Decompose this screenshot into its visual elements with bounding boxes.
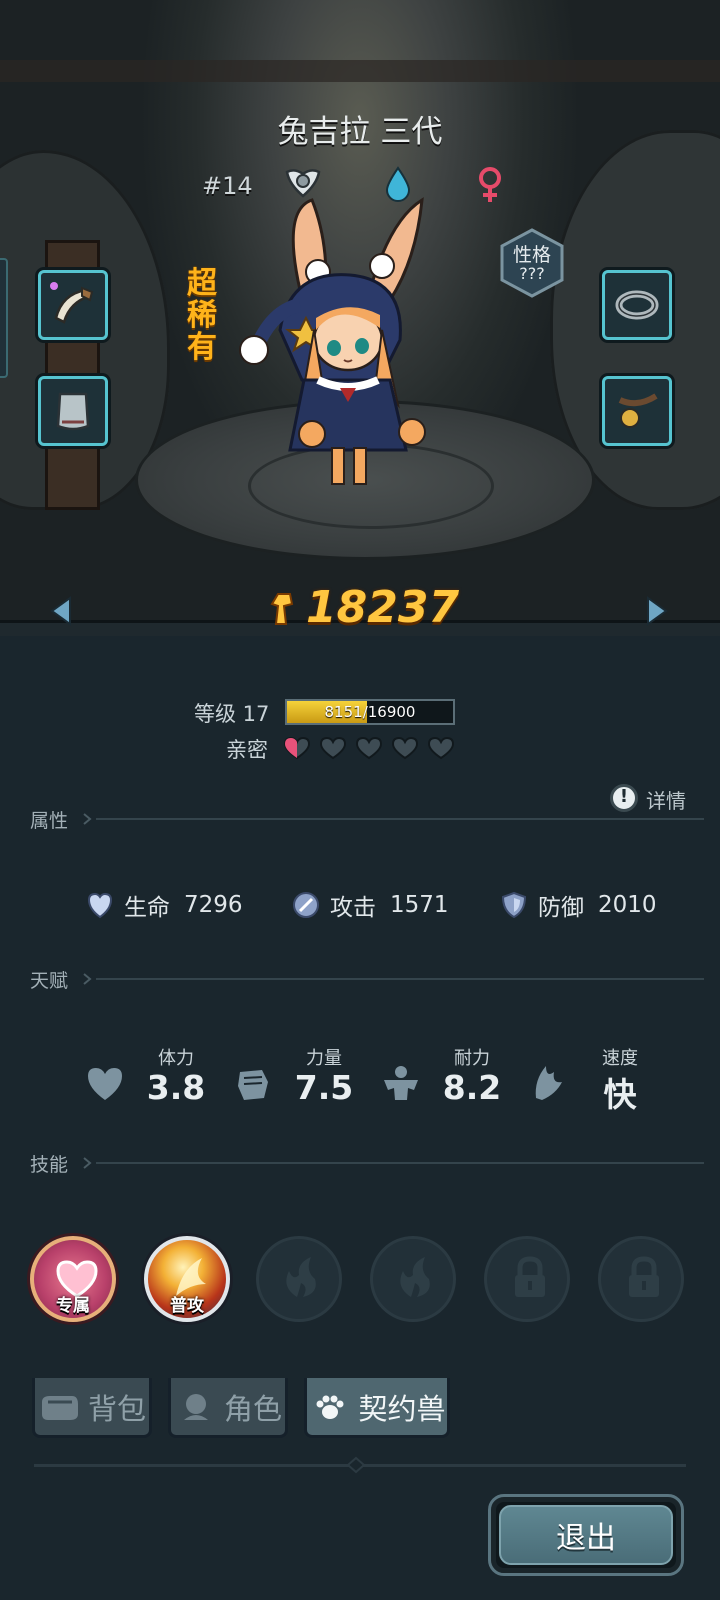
affinity-label: 亲密 xyxy=(226,738,268,762)
sword-icon xyxy=(293,892,319,918)
section-attributes: 属性 xyxy=(30,806,704,832)
talent-stamina: 体力 3.8 xyxy=(84,1044,224,1114)
attribute-label: 防御 xyxy=(538,895,584,921)
bracelet-icon xyxy=(615,290,659,320)
equip-slot-collar[interactable] xyxy=(602,376,672,446)
fist-icon xyxy=(238,1070,268,1100)
attribute-label: 攻击 xyxy=(330,895,376,921)
rarity-label: 超稀有 xyxy=(187,266,217,365)
level-progress-text: 8151/16900 xyxy=(324,703,416,721)
personality-badge[interactable]: 性格 ??? xyxy=(498,228,566,298)
talent-value: 快 xyxy=(603,1075,637,1114)
skill-label: 普攻 xyxy=(170,1296,204,1316)
wing-icon xyxy=(535,1066,562,1100)
backpack-icon xyxy=(41,1395,78,1420)
affinity-heart-icon xyxy=(283,736,311,760)
skill-slot-empty[interactable] xyxy=(256,1236,342,1322)
talent-speed: 速度 快 xyxy=(528,1044,668,1114)
exit-button-face: 退出 xyxy=(499,1505,673,1565)
tab-character[interactable]: 角色 xyxy=(168,1378,288,1438)
tooth-icon xyxy=(50,282,94,324)
tab-label: 背包 xyxy=(87,1391,146,1426)
heart-shield-icon xyxy=(87,892,113,919)
chevron-right-icon xyxy=(83,973,92,985)
attribute-value: 2010 xyxy=(598,892,657,918)
attribute-defense: 防御 2010 xyxy=(500,890,657,921)
affinity-heart-icon xyxy=(319,736,347,760)
exit-label: 退出 xyxy=(556,1521,616,1556)
bell-collar-icon xyxy=(618,393,658,428)
talent-label: 体力 xyxy=(158,1048,194,1069)
equip-slot-armor[interactable] xyxy=(38,376,108,446)
combat-power-value: 18237 xyxy=(306,582,460,633)
affinity-heart-icon xyxy=(355,736,383,760)
character-name: 兔吉拉 三代 xyxy=(277,114,443,150)
section-skills-label: 技能 xyxy=(30,1154,69,1176)
section-talent-label: 天赋 xyxy=(30,970,69,992)
previous-arrow-icon[interactable] xyxy=(50,596,72,626)
affinity-heart-icon xyxy=(427,736,455,760)
skill-slot-locked[interactable] xyxy=(484,1236,570,1322)
talent-strength: 力量 7.5 xyxy=(232,1044,372,1114)
attribute-value: 7296 xyxy=(184,892,243,918)
side-drawer-handle[interactable] xyxy=(0,258,8,378)
chevron-right-icon xyxy=(83,813,92,825)
equip-slot-tooth[interactable] xyxy=(38,270,108,340)
section-divider xyxy=(96,978,704,980)
talent-label: 速度 xyxy=(602,1048,638,1069)
talent-value: 8.2 xyxy=(442,1068,502,1107)
tab-label: 契约兽 xyxy=(358,1391,446,1426)
talent-endurance: 耐力 8.2 xyxy=(380,1044,520,1114)
tab-backpack[interactable]: 背包 xyxy=(32,1378,152,1438)
tab-contract-beast[interactable]: 契约兽 xyxy=(304,1378,450,1438)
skill-normal-attack[interactable]: 普攻 xyxy=(144,1236,230,1322)
section-skills: 技能 xyxy=(30,1150,704,1176)
character-head-icon xyxy=(183,1393,208,1420)
attribute-label: 生命 xyxy=(124,895,170,921)
level-label: 等级 17 xyxy=(194,702,270,726)
flame-icon xyxy=(286,1257,316,1297)
ceiling-beam xyxy=(0,60,720,82)
exit-button[interactable]: 退出 xyxy=(488,1494,684,1576)
affinity-hearts xyxy=(283,736,455,760)
skill-label: 专属 xyxy=(56,1296,90,1316)
next-arrow-icon[interactable] xyxy=(646,596,668,626)
flame-icon xyxy=(400,1257,430,1297)
affinity-heart-icon xyxy=(391,736,419,760)
shield-icon xyxy=(501,891,527,919)
skill-slot-empty[interactable] xyxy=(370,1236,456,1322)
skill-slot-locked[interactable] xyxy=(598,1236,684,1322)
attribute-value: 1571 xyxy=(390,892,449,918)
female-gender-icon xyxy=(479,167,501,202)
talent-value: 3.8 xyxy=(146,1068,206,1107)
attribute-attack: 攻击 1571 xyxy=(292,890,449,921)
paw-icon xyxy=(316,1395,344,1419)
chevron-right-icon xyxy=(83,1157,92,1169)
muscle-icon xyxy=(384,1066,418,1100)
talent-label: 耐力 xyxy=(454,1048,490,1069)
personality-label: 性格 xyxy=(512,244,551,266)
armor-icon xyxy=(56,392,90,431)
attribute-hp: 生命 7296 xyxy=(86,890,243,921)
talent-label: 力量 xyxy=(306,1048,342,1069)
lock-icon xyxy=(515,1256,545,1297)
divider-ornament-icon xyxy=(346,1456,366,1474)
skill-exclusive[interactable]: 专属 xyxy=(30,1236,116,1322)
personality-value: ??? xyxy=(519,264,545,283)
equip-slot-ring[interactable] xyxy=(602,270,672,340)
section-talent: 天赋 xyxy=(30,966,704,992)
heart-icon xyxy=(88,1068,122,1100)
lock-icon xyxy=(629,1256,659,1297)
section-attributes-label: 属性 xyxy=(30,810,69,832)
talent-value: 7.5 xyxy=(294,1068,354,1107)
section-divider xyxy=(96,1162,704,1164)
section-divider xyxy=(96,818,704,820)
level-progress-bar: 8151/16900 xyxy=(285,699,455,725)
tab-label: 角色 xyxy=(223,1391,282,1426)
power-fist-icon xyxy=(270,593,294,625)
character-illustration xyxy=(239,197,426,485)
